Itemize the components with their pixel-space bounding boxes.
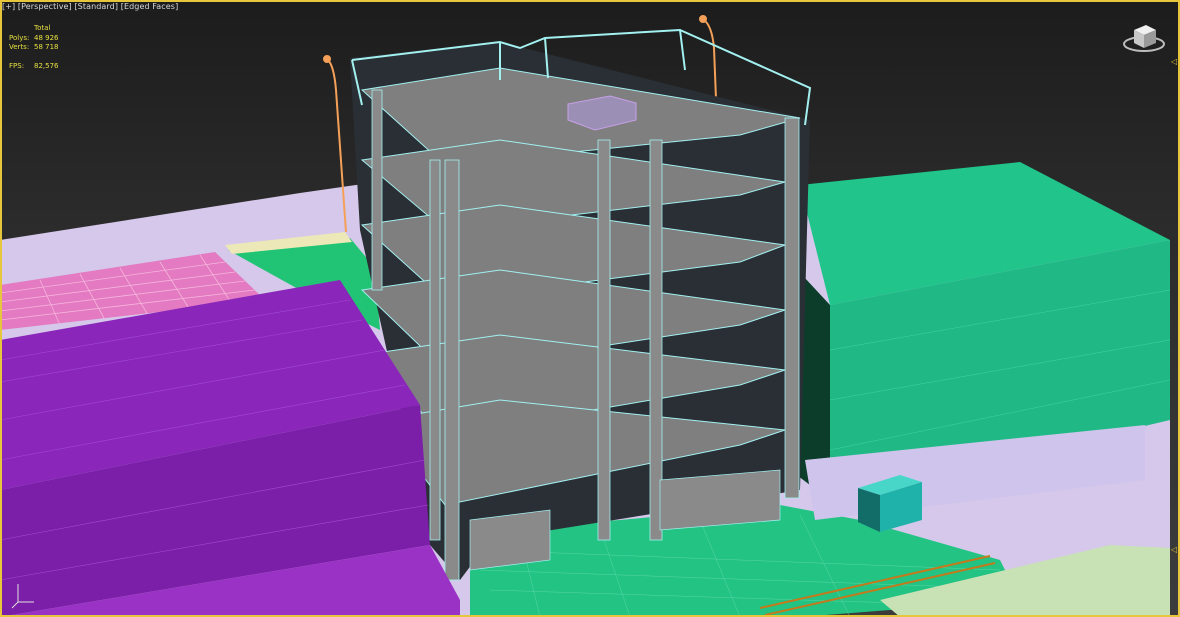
axis-tripod-icon [11,584,34,609]
viewport-shading-menu[interactable]: [Standard] [74,2,118,11]
verts-value: 58 718 [34,43,59,51]
viewport-view-menu[interactable]: [Perspective] [18,2,72,11]
viewport-label[interactable]: [+] [Perspective] [Standard] [Edged Face… [2,2,178,11]
verts-label: Verts: [9,43,30,51]
fps-value: 82,576 [34,61,59,70]
viewport-display-menu[interactable]: [Edged Faces] [121,2,179,11]
viewcube-icon[interactable] [1120,20,1168,56]
polys-label: Polys: [9,33,30,42]
scene-render[interactable] [0,0,1180,617]
fps-label: FPS: [9,61,25,70]
stats-header: Total [34,24,51,32]
viewport-edge-marker-bottom: ◁ [1171,545,1178,554]
statistics-overlay: Total Polys: 48 926 Verts: 58 718 FPS: 82,5… [9,24,59,71]
polys-value: 48 926 [34,33,59,42]
viewport-menu-plus[interactable]: [+] [2,2,15,11]
viewport-edge-marker-top: ◁ [1171,57,1178,66]
perspective-viewport[interactable]: [+] [Perspective] [Standard] [Edged Face… [0,0,1180,617]
green-building [790,162,1171,520]
